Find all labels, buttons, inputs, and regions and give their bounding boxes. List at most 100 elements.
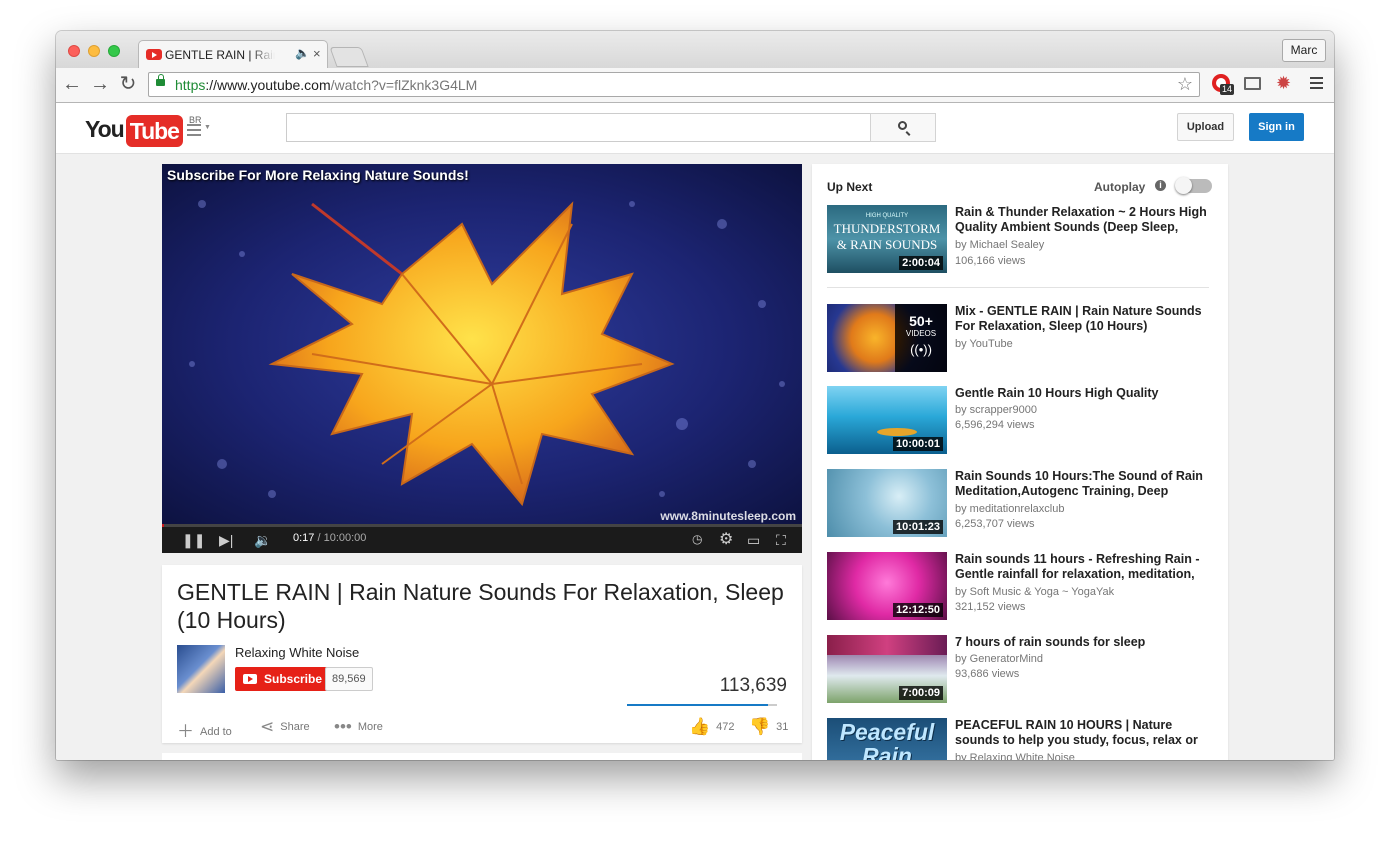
cast-icon[interactable] [1242, 74, 1264, 96]
video-title-link[interactable]: Mix - GENTLE RAIN | Rain Nature Sounds F… [955, 304, 1217, 334]
list-item[interactable]: 50+ VIDEOS ((•)) Mix - GENTLE RAIN | Rai… [827, 304, 1222, 374]
thumbs-down-icon: 👎 [749, 717, 771, 736]
more-button[interactable]: ••• More [334, 717, 383, 737]
url-text: https://www.youtube.com/watch?v=flZknk3G… [175, 77, 478, 93]
youtube-play-icon [243, 674, 257, 684]
video-title-link[interactable]: PEACEFUL RAIN 10 HOURS | Nature sounds t… [955, 718, 1217, 748]
list-item[interactable]: HIGH QUALITY THUNDERSTORM & RAIN SOUNDS … [827, 205, 1222, 275]
youtube-header: You Tube BR ▼ Upload Sign in [56, 103, 1334, 154]
thumbnail-text: THUNDERSTORM & RAIN SOUNDS [833, 221, 941, 252]
video-title-link[interactable]: 7 hours of rain sounds for sleep [955, 635, 1217, 650]
add-to-button[interactable]: ＋ Add to [177, 717, 232, 742]
mix-radio-icon: ((•)) [910, 342, 932, 357]
time-display: 0:17 / 10:00:00 [293, 532, 366, 544]
channel-name: by YouTube [955, 338, 1013, 350]
channel-avatar[interactable] [177, 645, 225, 693]
video-thumbnail[interactable]: Peaceful Rain [827, 718, 947, 760]
video-title-link[interactable]: Gentle Rain 10 Hours High Quality [955, 386, 1217, 401]
dislike-button[interactable]: 👎 31 [749, 717, 788, 737]
list-item[interactable]: 10:00:01 Gentle Rain 10 Hours High Quali… [827, 386, 1222, 456]
profile-button[interactable]: Marc [1282, 39, 1326, 62]
extension-icon[interactable]: ✹ [1276, 72, 1298, 94]
video-title-link[interactable]: Rain Sounds 10 Hours:The Sound of Rain M… [955, 469, 1217, 499]
subscribe-button[interactable]: Subscribe [235, 667, 330, 691]
view-count: 93,686 views [955, 668, 1020, 680]
like-dislike-bar [627, 704, 777, 706]
list-item[interactable]: 12:12:50 Rain sounds 11 hours - Refreshi… [827, 552, 1222, 622]
channel-name: by scrapper9000 [955, 404, 1037, 416]
search-button[interactable] [870, 113, 936, 142]
view-count: 6,596,294 views [955, 419, 1035, 431]
more-dots-icon: ••• [334, 717, 352, 736]
browser-tab-active[interactable]: GENTLE RAIN | Rain Nature Sounds For Rel… [138, 40, 328, 69]
video-thumbnail[interactable]: 12:12:50 [827, 552, 947, 620]
share-button[interactable]: ⋖ Share [260, 717, 310, 737]
up-next-sidebar: Up Next Autoplay i HIGH QUALITY THUNDERS… [812, 164, 1228, 760]
chevron-down-icon[interactable]: ▼ [204, 124, 211, 131]
autoplay-label: Autoplay [1094, 180, 1146, 194]
list-item[interactable]: 7:00:09 7 hours of rain sounds for sleep… [827, 635, 1222, 705]
progress-bar[interactable] [162, 524, 802, 527]
theater-mode-icon[interactable]: ▭ [747, 532, 760, 549]
duration-badge: 2:00:04 [899, 256, 943, 270]
thumbs-up-icon: 👍 [689, 717, 711, 736]
bookmark-star-icon[interactable]: ☆ [1177, 74, 1193, 95]
youtube-logo[interactable]: You Tube BR [85, 115, 202, 147]
video-frame[interactable] [162, 164, 802, 524]
next-icon[interactable]: ▶| [219, 532, 233, 549]
current-time: 0:17 [293, 532, 315, 544]
back-arrow-icon[interactable]: ← [60, 72, 84, 96]
close-tab-icon[interactable]: × [313, 46, 321, 61]
video-info-card: GENTLE RAIN | Rain Nature Sounds For Rel… [162, 565, 802, 743]
close-window-button[interactable] [68, 45, 80, 57]
adblock-extension-icon[interactable]: 14 [1212, 74, 1235, 96]
maximize-window-button[interactable] [108, 45, 120, 57]
video-title-link[interactable]: Rain sounds 11 hours - Refreshing Rain -… [955, 552, 1217, 582]
autoplay-toggle[interactable] [1175, 177, 1212, 194]
guide-menu-icon[interactable] [187, 124, 201, 139]
info-icon[interactable]: i [1155, 180, 1166, 191]
up-next-heading: Up Next [827, 180, 873, 194]
like-button[interactable]: 👍 472 [689, 717, 735, 737]
mix-overlay: 50+ VIDEOS ((•)) [895, 304, 947, 372]
thumbnail-text: Peaceful Rain [839, 719, 935, 760]
progress-fill [162, 524, 164, 527]
video-thumbnail[interactable]: 7:00:09 [827, 635, 947, 703]
youtube-favicon-icon [146, 49, 162, 60]
upload-button[interactable]: Upload [1177, 113, 1234, 141]
channel-name[interactable]: Relaxing White Noise [235, 645, 359, 660]
browser-window: GENTLE RAIN | Rain Nature Sounds For Rel… [56, 31, 1334, 760]
channel-name: by Soft Music & Yoga ~ YogaYak [955, 586, 1115, 598]
volume-icon[interactable]: 🔉 [254, 532, 271, 549]
like-fill [627, 704, 768, 706]
minimize-window-button[interactable] [88, 45, 100, 57]
fullscreen-icon[interactable]: ⛶ [776, 532, 786, 549]
video-overlay-text: Subscribe For More Relaxing Nature Sound… [167, 167, 469, 183]
list-item[interactable]: 10:01:23 Rain Sounds 10 Hours:The Sound … [827, 469, 1222, 539]
reload-icon[interactable]: ↻ [116, 72, 140, 96]
share-icon: ⋖ [260, 717, 275, 736]
plus-icon: ＋ [177, 722, 194, 741]
video-watermark: www.8minutesleep.com [660, 509, 796, 523]
video-player[interactable]: Subscribe For More Relaxing Nature Sound… [162, 164, 802, 553]
video-title-link[interactable]: Rain & Thunder Relaxation ~ 2 Hours High… [955, 205, 1217, 235]
mix-thumbnail[interactable]: 50+ VIDEOS ((•)) [827, 304, 947, 372]
channel-name: by GeneratorMind [955, 653, 1044, 665]
pause-icon[interactable]: ❚❚ [182, 532, 205, 549]
video-thumbnail[interactable]: 10:01:23 [827, 469, 947, 537]
address-bar[interactable]: https://www.youtube.com/watch?v=flZknk3G… [148, 72, 1200, 97]
forward-arrow-icon[interactable]: → [88, 72, 112, 96]
sign-in-button[interactable]: Sign in [1249, 113, 1304, 141]
watch-later-icon[interactable]: ◷ [692, 532, 702, 546]
settings-gear-icon[interactable]: ⚙ [719, 529, 733, 549]
search-input[interactable] [286, 113, 871, 142]
video-title: GENTLE RAIN | Rain Nature Sounds For Rel… [177, 579, 784, 633]
video-thumbnail[interactable]: HIGH QUALITY THUNDERSTORM & RAIN SOUNDS … [827, 205, 947, 273]
video-thumbnail[interactable]: 10:00:01 [827, 386, 947, 454]
lock-icon [156, 74, 165, 86]
duration-badge: 10:01:23 [892, 520, 943, 534]
browser-menu-icon[interactable] [1310, 77, 1323, 92]
list-item[interactable]: Peaceful Rain PEACEFUL RAIN 10 HOURS | N… [827, 718, 1222, 760]
youtube-page: You Tube BR ▼ Upload Sign in Subscribe F… [56, 103, 1334, 760]
new-tab-button[interactable] [329, 47, 369, 67]
